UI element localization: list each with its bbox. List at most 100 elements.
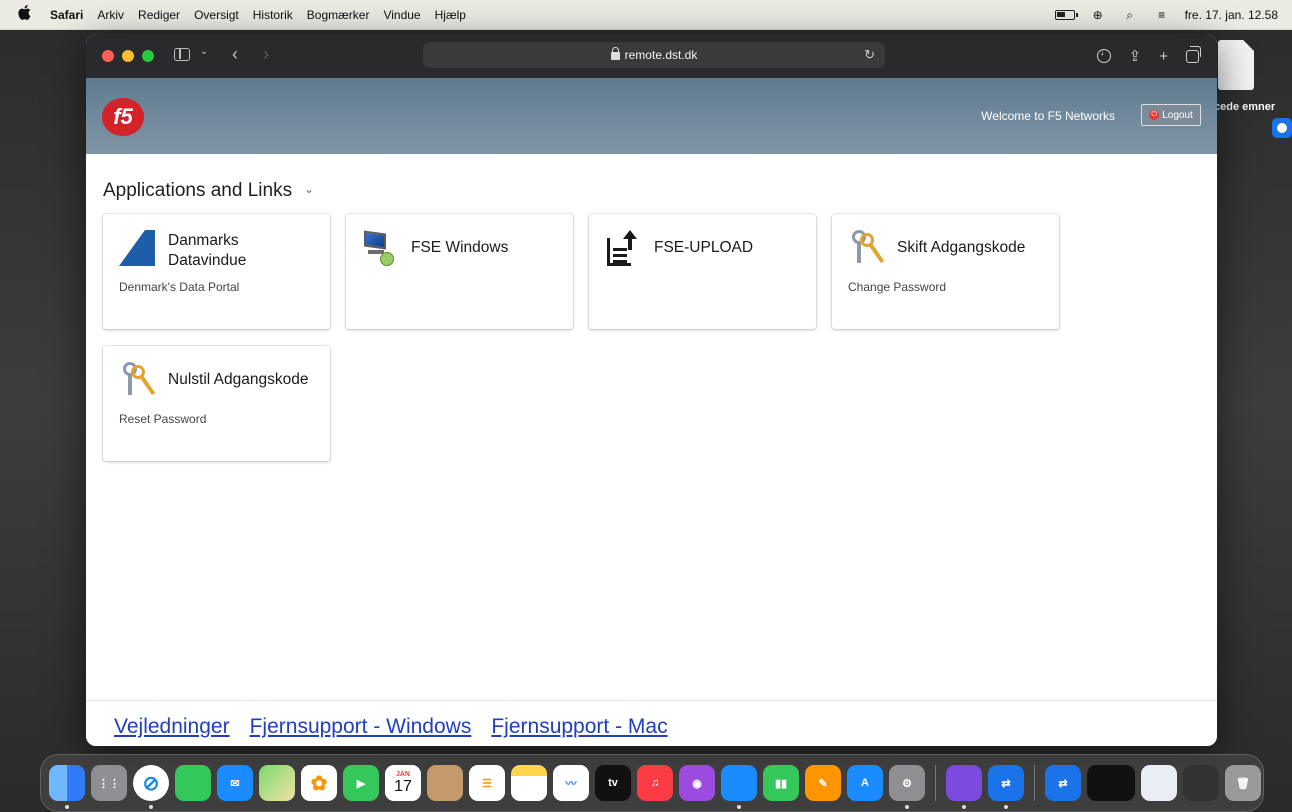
photos-icon[interactable]: ✿ (301, 765, 337, 801)
desktop-file-icon[interactable] (1218, 40, 1254, 90)
screenshot-icon[interactable] (1183, 765, 1219, 801)
desktop-file-label[interactable]: cede emner (1214, 101, 1275, 113)
close-window-button[interactable] (102, 50, 114, 62)
menu-hjaelp[interactable]: Hjælp (435, 8, 466, 22)
safari-window: ⌄ ‹ › remote.dst.dk ↻ ⇪ + f5 Welcome to … (86, 34, 1217, 746)
teamviewer-icon[interactable]: ⇄ (988, 765, 1024, 809)
numbers-icon[interactable]: ▮▮ (763, 765, 799, 801)
tv-icon[interactable]: tv (595, 765, 631, 801)
search-icon[interactable]: ⌕ (1121, 8, 1139, 22)
menu-oversigt[interactable]: Oversigt (194, 8, 239, 22)
app-card-skift-adgangskode[interactable]: Skift Adgangskode Change Password (832, 214, 1059, 329)
menu-bar-clock[interactable]: fre. 17. jan. 12.58 (1185, 8, 1278, 22)
notes-icon[interactable] (511, 765, 547, 801)
preview-icon[interactable] (1141, 765, 1177, 801)
launchpad-icon[interactable]: ⋮⋮ (91, 765, 127, 801)
power-icon: ⏻ (1149, 110, 1160, 120)
back-button[interactable]: ‹ (232, 44, 238, 65)
system-settings-icon[interactable]: ⚙ (889, 765, 925, 809)
address-bar-url: remote.dst.dk (624, 48, 698, 62)
macos-dock: ⋮⋮ ⊘ ✉ ✿ ▶ JAN 17 ☰ 〰 tv ♫ ◉ ▮▮ ✎ A ⚙ ⇄ … (40, 754, 1264, 812)
f5-header: f5 Welcome to F5 Networks ⏻ Logout (86, 78, 1217, 154)
app-card-title: FSE Windows (411, 239, 509, 256)
freeform-icon[interactable]: 〰 (553, 765, 589, 801)
facetime-icon[interactable]: ▶ (343, 765, 379, 801)
new-tab-icon[interactable]: + (1159, 48, 1168, 65)
teamviewer-side-icon[interactable] (1272, 118, 1292, 138)
trash-icon[interactable]: 🗑 (1225, 765, 1261, 801)
maps-icon[interactable] (259, 765, 295, 801)
mail-icon[interactable]: ✉ (217, 765, 253, 801)
menu-arkiv[interactable]: Arkiv (97, 8, 124, 22)
messages-icon[interactable] (175, 765, 211, 801)
menu-bogmaerker[interactable]: Bogmærker (307, 8, 370, 22)
calendar-day: 17 (394, 777, 412, 795)
link-icon[interactable]: ⊕ (1089, 8, 1107, 22)
tab-overview-icon[interactable] (1186, 45, 1201, 63)
forward-button[interactable]: › (263, 44, 269, 65)
app-card-fse-upload[interactable]: FSE-UPLOAD (589, 214, 816, 329)
logout-label: Logout (1162, 109, 1193, 121)
app-card-title: FSE-UPLOAD (654, 239, 754, 256)
section-title[interactable]: Applications and Links (103, 180, 292, 202)
footer-link-fjernsupport-mac[interactable]: Fjernsupport - Mac (491, 715, 667, 739)
welcome-text: Welcome to F5 Networks (981, 109, 1115, 123)
footer-link-vejledninger[interactable]: Vejledninger (114, 715, 230, 739)
app-card-fse-windows[interactable]: FSE Windows (346, 214, 573, 329)
menu-vindue[interactable]: Vindue (383, 8, 420, 22)
remote-desktop-icon (362, 230, 400, 268)
reminders-icon[interactable]: ☰ (469, 765, 505, 801)
calendar-icon[interactable]: JAN 17 (385, 765, 421, 801)
dock-separator (1034, 765, 1035, 801)
minimize-window-button[interactable] (122, 50, 134, 62)
app-card-title: Nulstil Adgangskode (168, 371, 309, 388)
fullscreen-window-button[interactable] (142, 50, 154, 62)
app-card-subtitle: Denmark's Data Portal (119, 280, 240, 294)
reload-icon[interactable]: ↻ (864, 47, 875, 63)
app-card-danmarks-datavindue[interactable]: Danmarks Datavindue Denmark's Data Porta… (103, 214, 330, 329)
app-card-title: Danmarks Datavindue (168, 232, 247, 269)
downloads-icon[interactable] (1096, 47, 1111, 63)
footer-link-fjernsupport-windows[interactable]: Fjernsupport - Windows (250, 715, 472, 739)
webtop-content: Applications and Links ⌄ Danmarks Datavi… (86, 154, 1217, 700)
menu-safari[interactable]: Safari (50, 8, 83, 22)
logout-button[interactable]: ⏻ Logout (1141, 104, 1201, 126)
keynote-icon[interactable] (721, 765, 757, 809)
keys-icon (119, 362, 157, 400)
upload-icon (605, 230, 643, 268)
menu-historik[interactable]: Historik (253, 8, 293, 22)
battery-icon[interactable] (1054, 10, 1078, 20)
calendar-month: JAN (395, 770, 410, 778)
pages-icon[interactable]: ✎ (805, 765, 841, 801)
safari-icon[interactable]: ⊘ (133, 765, 169, 809)
keys-icon (848, 230, 886, 268)
finder-icon[interactable] (49, 765, 85, 809)
simulator-icon[interactable] (946, 765, 982, 809)
app-card-title: Skift Adgangskode (897, 239, 1026, 256)
toolbar-actions: ⇪ + (1096, 34, 1201, 78)
apple-menu-icon[interactable] (18, 5, 32, 24)
page-footer: Vejledninger Fjernsupport - Windows Fjer… (86, 700, 1217, 746)
sidebar-toggle-icon[interactable] (174, 48, 190, 61)
footer-links: Vejledninger Fjernsupport - Windows Fjer… (114, 715, 668, 739)
contacts-icon[interactable] (427, 765, 463, 801)
share-icon[interactable]: ⇪ (1129, 47, 1142, 65)
tv-label: tv (608, 777, 618, 789)
dst-logo-icon (119, 230, 157, 268)
app-card-nulstil-adgangskode[interactable]: Nulstil Adgangskode Reset Password (103, 346, 330, 461)
music-icon[interactable]: ♫ (637, 765, 673, 801)
f5-logo: f5 (102, 98, 144, 136)
teamviewer-2-icon[interactable]: ⇄ (1045, 765, 1081, 801)
podcasts-icon[interactable]: ◉ (679, 765, 715, 801)
app-store-icon[interactable]: A (847, 765, 883, 801)
chevron-down-icon[interactable]: ⌄ (200, 46, 208, 57)
menu-rediger[interactable]: Rediger (138, 8, 180, 22)
window-thumbnail-icon[interactable] (1087, 765, 1135, 801)
control-center-icon[interactable]: ≡ (1153, 8, 1171, 22)
safari-toolbar: ⌄ ‹ › remote.dst.dk ↻ ⇪ + (86, 34, 1217, 78)
chevron-down-icon[interactable]: ⌄ (304, 182, 314, 196)
app-card-subtitle: Change Password (848, 280, 947, 294)
lock-icon (610, 47, 620, 60)
dock-separator (935, 765, 936, 801)
address-bar[interactable]: remote.dst.dk ↻ (423, 42, 885, 68)
